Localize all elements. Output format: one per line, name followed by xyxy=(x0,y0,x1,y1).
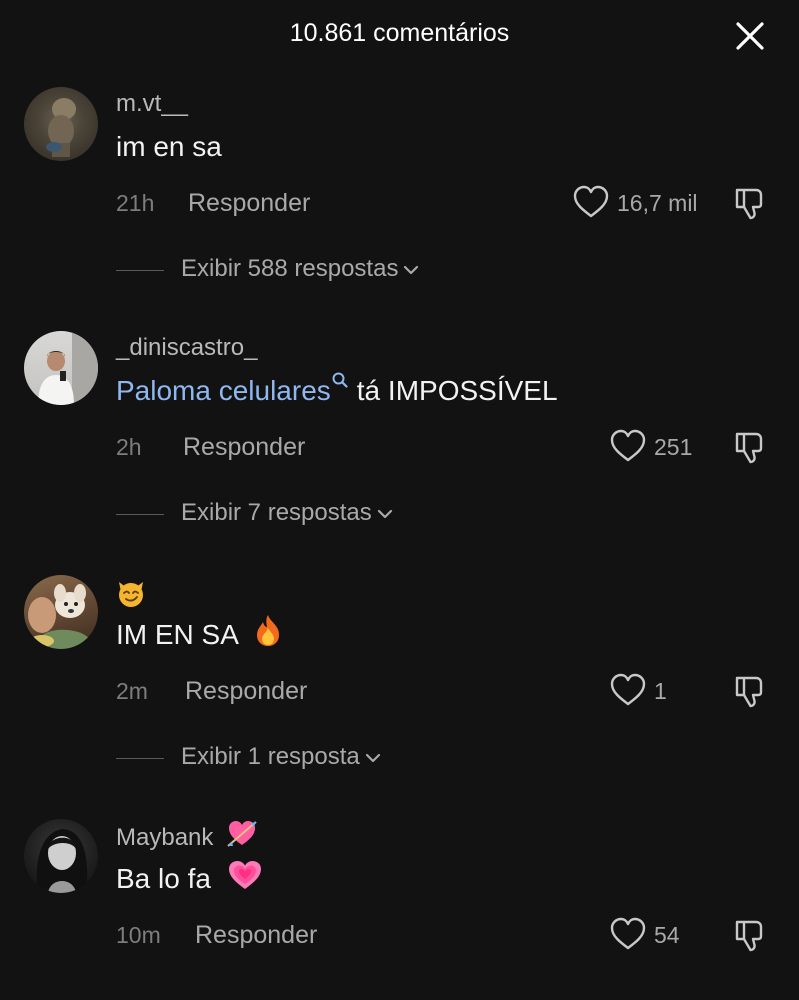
replies-divider xyxy=(116,758,164,759)
comment-timestamp: 10m xyxy=(116,922,161,948)
heart-with-arrow-emoji xyxy=(226,818,258,855)
chevron-down-icon xyxy=(365,753,380,762)
avatar[interactable] xyxy=(24,331,98,405)
like-button[interactable]: 1 xyxy=(610,671,690,711)
chevron-down-icon xyxy=(404,265,419,274)
dislike-button[interactable] xyxy=(732,429,768,465)
comment-text-body: tá IMPOSSÍVEL xyxy=(356,375,558,406)
like-count: 16,7 mil xyxy=(617,190,698,216)
like-button[interactable]: 251 xyxy=(610,427,710,467)
fire-emoji xyxy=(253,613,283,654)
comment-timestamp: 21h xyxy=(116,190,155,216)
thumbs-down-icon xyxy=(735,188,763,220)
thumbs-down-icon xyxy=(735,432,763,464)
dislike-button[interactable] xyxy=(732,185,768,221)
reply-button[interactable]: Responder xyxy=(195,921,317,950)
comment-item: m.vt__ im en sa 21h Responder 16,7 mil E… xyxy=(0,87,799,297)
view-replies-text: Exibir 7 respostas xyxy=(181,499,372,526)
view-replies-text: Exibir 588 respostas xyxy=(181,255,399,282)
like-count: 1 xyxy=(654,678,667,704)
replies-divider xyxy=(116,270,164,271)
like-button[interactable]: 16,7 mil xyxy=(573,183,713,223)
chevron-down-icon xyxy=(377,509,392,518)
reply-button[interactable]: Responder xyxy=(188,189,310,218)
comment-username[interactable]: m.vt__ xyxy=(116,90,188,118)
like-count: 54 xyxy=(654,922,680,948)
comment-username[interactable]: 😼 xyxy=(116,578,146,615)
heart-outline-icon xyxy=(610,429,646,462)
comment-username[interactable]: _diniscastro_ xyxy=(116,334,257,362)
avatar[interactable] xyxy=(24,575,98,649)
heart-outline-icon xyxy=(610,673,646,706)
avatar[interactable] xyxy=(24,87,98,161)
comment-text: Ba lo fa 💗 xyxy=(116,861,263,898)
dislike-button[interactable] xyxy=(732,917,768,953)
view-replies-label: Exibir 7 respostas xyxy=(181,499,394,527)
dislike-button[interactable] xyxy=(732,673,768,709)
comment-item: _diniscastro_ Paloma celulares tá IMPOSSÍ… xyxy=(0,331,799,541)
growing-heart-emoji xyxy=(227,859,263,898)
mention-link[interactable]: Paloma celulares xyxy=(116,375,331,406)
replies-divider xyxy=(116,514,164,515)
heart-outline-icon xyxy=(610,917,646,950)
search-icon xyxy=(332,372,348,388)
comment-timestamp: 2m xyxy=(116,678,148,704)
comment-text-body: IM EN SA xyxy=(116,619,238,650)
thumbs-down-icon xyxy=(735,920,763,952)
comments-header: 10.861 comentários xyxy=(0,0,799,70)
comment-timestamp: 2h xyxy=(116,434,142,460)
reply-button[interactable]: Responder xyxy=(185,677,307,706)
comment-item: 😼 IM EN SA 🔥 2m Responder 1 Exibir 1 res… xyxy=(0,575,799,785)
view-replies-label: Exibir 588 respostas xyxy=(181,255,420,283)
like-count: 251 xyxy=(654,434,693,460)
view-replies-label: Exibir 1 resposta xyxy=(181,743,382,771)
comment-text-body: Ba lo fa xyxy=(116,863,211,894)
reply-button[interactable]: Responder xyxy=(183,433,305,462)
smirking-cat-emoji xyxy=(116,578,146,615)
close-icon xyxy=(736,22,764,50)
thumbs-down-icon xyxy=(735,676,763,708)
comment-text: Paloma celulares tá IMPOSSÍVEL xyxy=(116,372,558,407)
username-text: Maybank xyxy=(116,823,214,851)
close-button[interactable] xyxy=(732,18,768,54)
comments-count-title: 10.861 comentários xyxy=(289,19,510,47)
like-button[interactable]: 54 xyxy=(610,915,710,955)
comment-text: IM EN SA 🔥 xyxy=(116,615,283,654)
comment-item: Maybank 💘 Ba lo fa 💗 10m Responder 54 xyxy=(0,819,799,989)
avatar[interactable] xyxy=(24,819,98,893)
comment-text: im en sa xyxy=(116,131,222,162)
comment-username[interactable]: Maybank 💘 xyxy=(116,821,258,855)
heart-outline-icon xyxy=(573,185,609,218)
view-replies-text: Exibir 1 resposta xyxy=(181,743,360,770)
